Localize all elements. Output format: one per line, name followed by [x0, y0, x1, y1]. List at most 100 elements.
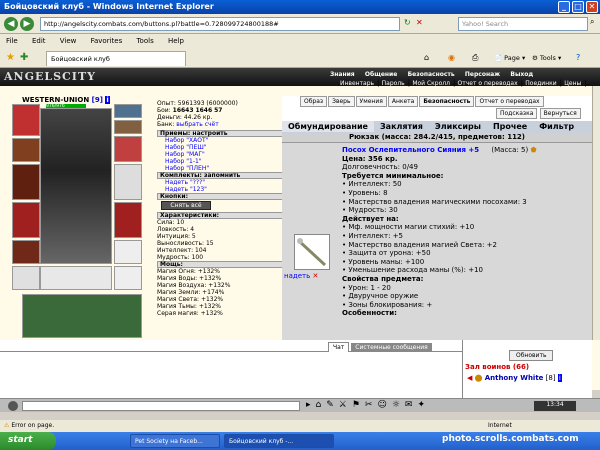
shield-slot[interactable] [114, 202, 142, 238]
rings-row[interactable] [40, 266, 112, 290]
player-row[interactable]: ◀ ⬤ Anthony White [8] i [467, 374, 562, 382]
earrings-slot[interactable] [114, 104, 142, 118]
search-input[interactable]: Yahoo! Search [458, 17, 588, 31]
tab-other[interactable]: Прочее [487, 121, 533, 132]
task-combats[interactable]: Бойцовский клуб -... [224, 434, 334, 448]
page-menu[interactable]: 📄 Page ▾ [494, 54, 525, 62]
tab-elixirs[interactable]: Эликсиры [429, 121, 487, 132]
req-2: • Мастерство владения магическими посоха… [342, 197, 527, 206]
chat-input[interactable] [22, 401, 300, 411]
private-icon[interactable]: ◀ [467, 374, 472, 382]
leggings-slot[interactable] [114, 266, 142, 290]
remove-all-button[interactable]: Снять всё [161, 201, 211, 210]
menu-help[interactable]: Help [168, 37, 184, 45]
trick-set-1[interactable]: Набор "ПЕШ" [157, 144, 285, 151]
menu-view[interactable]: View [60, 37, 77, 45]
bank-link[interactable]: выбрать счёт [176, 121, 218, 128]
close-button[interactable]: ✕ [586, 1, 598, 13]
tab-filter[interactable]: Фильтр [533, 121, 580, 132]
trick-set-4[interactable]: Набор "ПЛЕН" [157, 165, 285, 172]
chat-menu-icon[interactable] [8, 401, 18, 411]
stop-icon[interactable]: ✕ [416, 18, 423, 27]
trick-set-2[interactable]: Набор "МАГ" [157, 151, 285, 158]
amulet-slot[interactable] [12, 138, 40, 162]
menu-security[interactable]: Безопасность [408, 71, 455, 78]
menu-favorites[interactable]: Favorites [91, 37, 123, 45]
equip-set-0[interactable]: Надеть "???" [157, 179, 285, 186]
armor-slot[interactable] [12, 202, 40, 238]
maximize-button[interactable]: □ [572, 1, 584, 13]
forward-icon[interactable]: ▶ [20, 17, 34, 31]
transfers-report-button[interactable]: Отчет о переводах [475, 96, 544, 107]
home-icon[interactable]: ⌂ [424, 53, 429, 62]
weapon-right-slot[interactable] [114, 164, 142, 200]
equip-set-1[interactable]: Надеть "123" [157, 186, 285, 193]
pet-button[interactable]: Зверь [328, 96, 355, 107]
page-scrollbar[interactable] [592, 86, 600, 340]
submenu-transfers[interactable]: Отчет о переводах [458, 80, 518, 87]
trick-set-3[interactable]: Набор "1-1" [157, 158, 285, 165]
sets-remember-link[interactable]: запомнить [204, 172, 240, 179]
start-button[interactable]: start [0, 432, 56, 450]
ring-slot[interactable] [114, 240, 142, 264]
image-button[interactable]: Образ [300, 96, 328, 107]
spell-slots[interactable] [22, 294, 142, 338]
task-pet-society[interactable]: Pet Society на Faceb... [130, 434, 220, 448]
profile-button[interactable]: Анкета [387, 96, 419, 107]
trick-set-0[interactable]: Набор "ХАОТ" [157, 137, 285, 144]
menu-file[interactable]: File [6, 37, 18, 45]
boots-slot[interactable] [12, 266, 40, 290]
security-button[interactable]: Безопасность [419, 96, 475, 107]
help-icon[interactable]: ? [576, 53, 580, 62]
player-info-icon[interactable]: i [557, 374, 562, 382]
item-name[interactable]: Посох Ослепительного Сияния +5 [342, 146, 479, 154]
gloves-slot[interactable] [114, 136, 142, 162]
submenu-prices[interactable]: Цены [564, 80, 581, 87]
menu-exit[interactable]: Выход [510, 71, 533, 78]
tab-spells[interactable]: Заклятия [374, 121, 429, 132]
add-favorite-icon[interactable]: ✚ [20, 52, 28, 63]
window-title: Бойцовский клуб - Windows Internet Explo… [4, 2, 214, 11]
helmet-slot[interactable] [12, 104, 40, 136]
tab-equipment[interactable]: Обмундирование [282, 121, 374, 132]
search-icon[interactable]: ⌕ [590, 17, 594, 27]
menu-character[interactable]: Персонаж [465, 71, 500, 78]
chat-area[interactable] [0, 352, 462, 398]
favorites-star-icon[interactable]: ★ [6, 52, 15, 63]
staff-item-image[interactable] [294, 234, 330, 270]
back-icon[interactable]: ◀ [4, 17, 18, 31]
submenu-scroll[interactable]: Мой Скролл [412, 80, 450, 87]
tab-system-messages[interactable]: Системные сообщения [351, 343, 432, 352]
submenu-battles[interactable]: Поединки [525, 80, 556, 87]
return-button[interactable]: Вернуться [539, 108, 581, 119]
menu-communication[interactable]: Общение [365, 71, 397, 78]
refresh-button[interactable]: Обновить [509, 350, 554, 361]
tab-combats[interactable]: Бойцовский клуб [46, 51, 186, 66]
weapon-left-slot[interactable] [12, 164, 40, 200]
menu-tools[interactable]: Tools [136, 37, 153, 45]
refresh-icon[interactable]: ↻ [404, 18, 411, 27]
skills-button[interactable]: Умения [355, 96, 387, 107]
warning-icon[interactable]: ⚠ [4, 422, 9, 429]
minimize-button[interactable]: _ [558, 1, 570, 13]
player-name[interactable]: Anthony White [485, 374, 544, 382]
wear-link[interactable]: надеть ✕ [284, 272, 318, 280]
menu-knowledge[interactable]: Знания [330, 71, 355, 78]
info-icon[interactable]: i [105, 96, 110, 104]
tools-menu[interactable]: ⚙ Tools ▾ [532, 54, 561, 62]
submenu-inventory[interactable]: Инвентарь [340, 80, 374, 87]
print-icon[interactable]: ⎙ [472, 53, 478, 63]
address-input[interactable]: http://angelscity.combats.com/buttons.pl… [40, 17, 400, 31]
delete-icon[interactable]: ✕ [312, 272, 318, 280]
window-title-bar: Бойцовский клуб - Windows Internet Explo… [0, 0, 600, 14]
tricks-setup-link[interactable]: настроить [192, 130, 227, 137]
hint-button[interactable]: Подсказка [496, 108, 538, 119]
submenu-neutrals[interactable]: Нейтралы [340, 88, 372, 95]
belt-slot[interactable] [12, 240, 40, 264]
menu-edit[interactable]: Edit [32, 37, 46, 45]
submenu-password[interactable]: Пароль [382, 80, 405, 87]
feeds-icon[interactable]: ◉ [448, 53, 455, 62]
necklace-slot[interactable] [114, 120, 142, 134]
chat-tools[interactable]: ▸⌂✎⚔⚑✂☺☼✉✦ [306, 400, 430, 410]
trade-icon[interactable]: ⬟ [530, 146, 536, 154]
